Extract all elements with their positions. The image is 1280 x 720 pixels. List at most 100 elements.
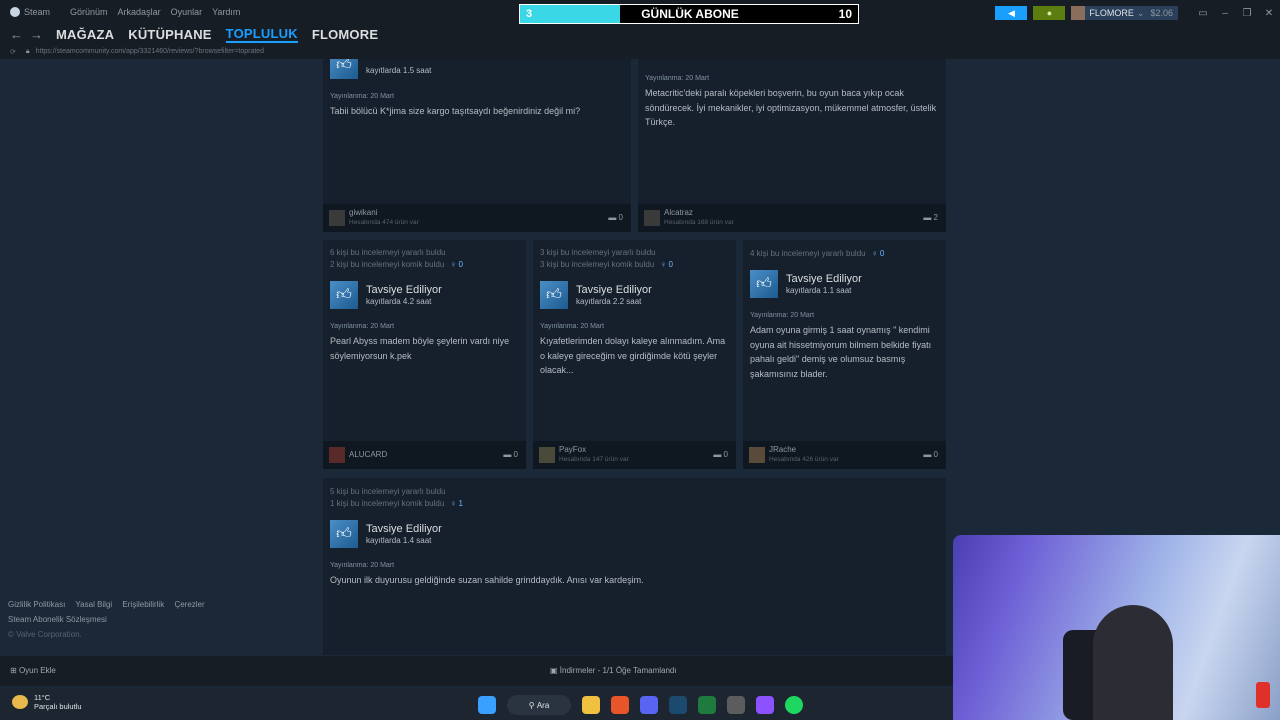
discord-icon[interactable] <box>640 696 658 714</box>
reload-icon[interactable]: ⟳ <box>10 48 16 56</box>
author-avatar <box>644 210 660 226</box>
funny-count: 3 kişi bu incelemeyi komik buldu <box>540 260 655 269</box>
lock-icon: 🔒︎ <box>25 47 30 55</box>
broadcast-button[interactable]: ◀ <box>995 6 1028 20</box>
menu-friends[interactable]: Arkadaşlar <box>118 7 161 17</box>
review-card: 5 kişi bu incelemeyi yararlı buldu 1 kiş… <box>323 478 946 655</box>
review-date: Yayınlanma: 20 Mart <box>330 562 395 569</box>
notifications-button[interactable]: ● <box>1033 6 1066 20</box>
helpful-count: 4 kişi bu incelemeyi yararlı buldu <box>750 249 866 258</box>
thumbs-up-icon: 👍︎ <box>540 281 568 309</box>
tab-library[interactable]: KÜTÜPHANE <box>128 27 211 42</box>
add-game-button[interactable]: ⊞ Oyun Ekle <box>10 666 56 675</box>
footer-links: Gizlilik Politikası Yasal Bilgi Erişileb… <box>8 597 213 642</box>
steam-logo-icon <box>10 7 20 18</box>
review-card: 👍︎ kayıtlarda 1.5 saat Yayınlanma: 20 Ma… <box>323 59 631 232</box>
comment-count[interactable]: ▬ 0 <box>608 213 623 222</box>
username: FLOMORE <box>1089 8 1134 18</box>
review-date: Yayınlanma: 20 Mart <box>750 312 815 319</box>
review-author[interactable]: giwikani Hesabında 474 ürün var ▬ 0 <box>323 204 631 232</box>
close-icon[interactable]: ✕ <box>1258 8 1280 19</box>
review-author[interactable]: ALUCARD ▬ 0 <box>323 441 526 469</box>
steam-icon[interactable] <box>669 696 687 714</box>
award-count[interactable]: ♀ 0 <box>872 249 885 258</box>
tab-profile[interactable]: FLOMORE <box>312 27 378 42</box>
cookies-link[interactable]: Çerezler <box>174 600 204 609</box>
title-controls: ◀ ● FLOMORE ⌄ $2.06 ▭ – ❐ ✕ <box>995 2 1280 24</box>
subscriber-goal-widget: 3 GÜNLÜK ABONE 10 <box>519 4 859 24</box>
downloads-status[interactable]: ▣ İndirmeler - 1/1 Öğe Tamamlandı <box>550 666 677 675</box>
spotify-icon[interactable] <box>785 696 803 714</box>
comment-count[interactable]: ▬ 0 <box>923 450 938 459</box>
award-count[interactable]: ♀ 0 <box>660 260 673 269</box>
temperature: 11°C <box>34 693 51 702</box>
brave-icon[interactable] <box>611 696 629 714</box>
comment-count[interactable]: ▬ 0 <box>503 450 518 459</box>
comment-icon: ▬ <box>608 213 617 222</box>
review-author[interactable]: JRache Hesabında 426 ürün var ▬ 0 <box>743 441 946 469</box>
app-icon[interactable] <box>727 696 745 714</box>
tab-community[interactable]: TOPLULUK <box>225 26 298 43</box>
author-avatar <box>329 447 345 463</box>
review-card: 3 kişi bu incelemeyi yararlı buldu 3 kiş… <box>533 240 736 469</box>
obs-icon[interactable] <box>756 696 774 714</box>
forward-arrow-icon[interactable]: → <box>30 27 43 42</box>
legal-link[interactable]: Yasal Bilgi <box>75 600 112 609</box>
comment-icon: ▬ <box>503 450 512 459</box>
user-menu[interactable]: FLOMORE ⌄ $2.06 <box>1071 6 1178 20</box>
award-icon: ♀ <box>450 260 457 269</box>
steam-menu[interactable]: Steam <box>10 7 60 18</box>
menu-help[interactable]: Yardım <box>212 7 240 17</box>
review-body: Oyunun ilk duyurusu geldiğinde suzan sah… <box>330 575 644 585</box>
comment-count[interactable]: ▬ 2 <box>923 213 938 222</box>
windows-start-icon[interactable] <box>478 696 496 714</box>
review-hours: kayıtlarda 1.1 saat <box>786 285 852 295</box>
menu-view[interactable]: Görünüm <box>70 7 108 17</box>
subscriber-agreement-link[interactable]: Steam Abonelik Sözleşmesi <box>8 612 213 627</box>
author-name: ALUCARD <box>349 450 388 459</box>
tab-store[interactable]: MAĞAZA <box>56 27 114 42</box>
back-arrow-icon[interactable]: ← <box>10 27 23 42</box>
thumbs-up-icon: 👍︎ <box>330 59 358 79</box>
review-hours: kayıtlarda 4.2 saat <box>366 296 432 306</box>
author-products: Hesabında 168 ürün var <box>664 219 734 226</box>
subscriber-count: 3 <box>526 8 533 20</box>
review-date: Yayınlanma: 20 Mart <box>330 323 395 330</box>
award-count[interactable]: ♀ 0 <box>450 260 463 269</box>
menu-games[interactable]: Oyunlar <box>171 7 203 17</box>
weather-widget[interactable]: 11°C Parçalı bulutlu <box>12 693 82 711</box>
review-card: 4 kişi bu incelemeyi yararlı buldu ♀ 0 👍︎… <box>743 240 946 469</box>
author-avatar <box>749 447 765 463</box>
accessibility-link[interactable]: Erişilebilirlik <box>122 600 164 609</box>
review-author[interactable]: PayFox Hesabında 147 ürün var ▬ 0 <box>533 441 736 469</box>
minimize-icon[interactable]: – <box>1214 8 1236 19</box>
author-name: giwikani <box>349 208 378 217</box>
red-can <box>1256 682 1270 708</box>
media-player-icon[interactable] <box>698 696 716 714</box>
award-count[interactable]: ♀ 1 <box>450 499 463 508</box>
url-text[interactable]: https://steamcommunity.com/app/3321460/r… <box>36 48 264 55</box>
review-body: Pearl Abyss madem böyle şeylerin vardı n… <box>330 336 510 361</box>
review-date: Yayınlanma: 20 Mart <box>330 93 395 100</box>
review-author[interactable]: Alcatraz Hesabında 168 ürün var ▬ 2 <box>638 204 946 232</box>
plus-icon: ⊞ <box>10 666 17 675</box>
author-name: PayFox <box>559 445 587 454</box>
file-explorer-icon[interactable] <box>582 696 600 714</box>
streamer <box>1093 605 1173 720</box>
thumbs-up-icon: 👍︎ <box>330 281 358 309</box>
privacy-link[interactable]: Gizlilik Politikası <box>8 600 65 609</box>
taskbar-search[interactable]: ⚲ Ara <box>507 695 571 715</box>
award-icon: ♀ <box>660 260 667 269</box>
recommendation: Tavsiye Ediliyor <box>366 522 442 535</box>
funny-count: 1 kişi bu incelemeyi komik buldu <box>330 499 445 508</box>
comment-count[interactable]: ▬ 0 <box>713 450 728 459</box>
url-bar: ⟳ 🔒︎ https://steamcommunity.com/app/3321… <box>0 44 1280 59</box>
award-icon: ♀ <box>450 499 457 508</box>
maximize-icon[interactable]: ❐ <box>1236 8 1258 19</box>
review-card: 6 kişi bu incelemeyi yararlı buldu 2 kiş… <box>323 240 526 469</box>
review-hours: kayıtlarda 2.2 saat <box>576 296 642 306</box>
subscriber-goal: 10 <box>838 7 852 21</box>
wallet-balance: $2.06 <box>1150 8 1173 18</box>
helpful-count: 3 kişi bu incelemeyi yararlı buldu <box>540 248 656 257</box>
big-picture-icon[interactable]: ▭ <box>1192 8 1214 19</box>
